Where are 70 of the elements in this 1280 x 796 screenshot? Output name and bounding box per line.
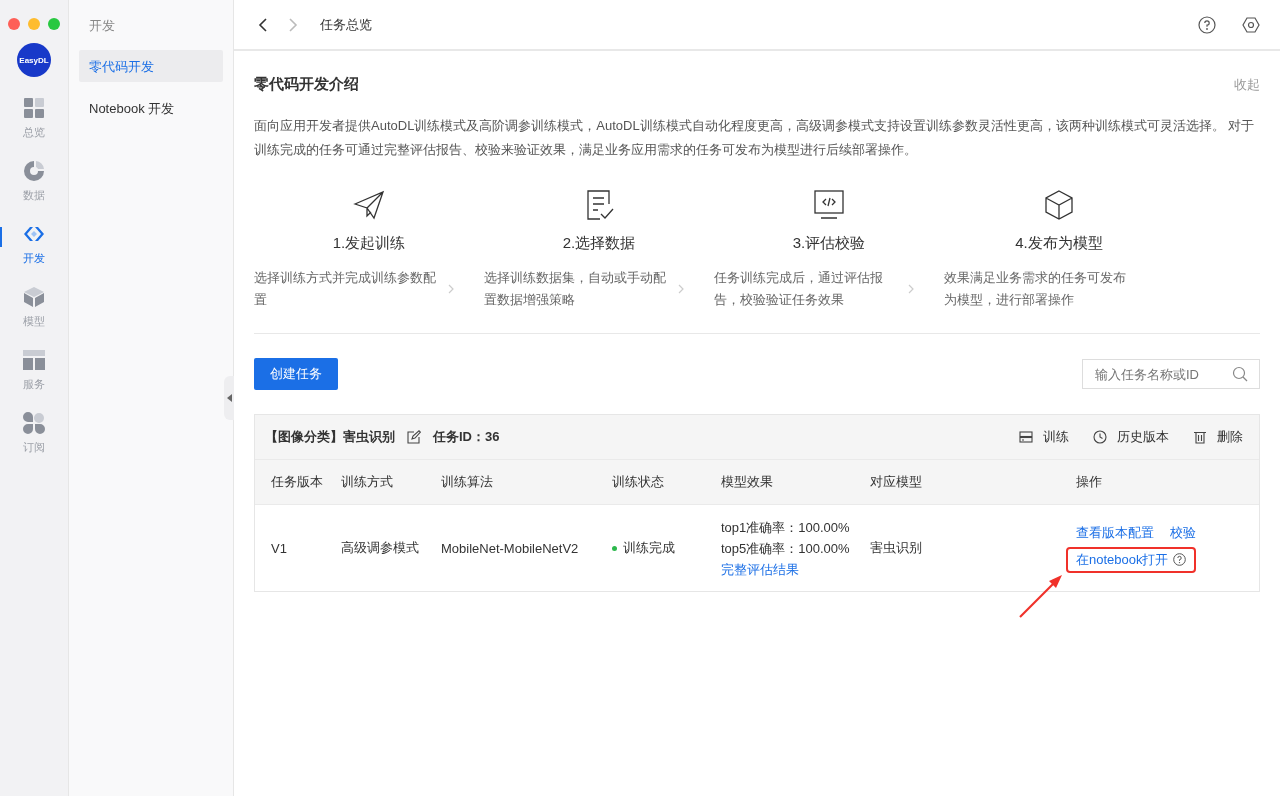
task-action-button[interactable]: 历史版本: [1093, 428, 1169, 446]
code-monitor-icon: [812, 188, 846, 222]
nav-item[interactable]: 开发: [0, 223, 68, 266]
metric-text: top1准确率：100.00%: [721, 518, 851, 537]
search-field[interactable]: 输入任务名称或ID: [1082, 359, 1260, 389]
task-name: 【图像分类】害虫识别: [265, 428, 395, 446]
metric-text: top5准确率：100.00%: [721, 539, 851, 558]
column-header: 训练算法: [441, 473, 494, 491]
search-icon: [1232, 366, 1248, 382]
column-header: 操作: [1076, 473, 1103, 491]
sidebar-item[interactable]: Notebook 开发: [79, 92, 223, 124]
intro-description: 面向应用开发者提供AutoDL训练模式及高阶调参训练模式，AutoDL训练模式自动化程度更高，高级调参模式支持设置训练参数灵活性更高，该两种训练模式可灵活选择。 对于训练完成的任务可通过完整评估报告、校验来验证效果，满足业务应用需求的任务可发布为模型进行后续部署操作。: [254, 117, 1256, 159]
close-button[interactable]: [8, 18, 20, 30]
collapse-handle[interactable]: [224, 376, 234, 420]
chevron-icon: [908, 284, 914, 294]
donut-icon: [23, 160, 45, 182]
nav-item[interactable]: 服务: [0, 349, 68, 392]
task-action-button[interactable]: 训练: [1019, 428, 1069, 446]
step-title: 4.发布为模型: [1015, 234, 1103, 253]
chevron-icon: [448, 284, 454, 294]
nav-item[interactable]: 总览: [0, 97, 68, 140]
arrow-annotation: [1018, 572, 1064, 619]
column-header: 任务版本: [271, 473, 324, 491]
table-cell-text: 害虫识别: [870, 539, 923, 557]
evaluation-link[interactable]: 完整评估结果: [721, 558, 870, 580]
collapse-link[interactable]: 收起: [1234, 75, 1260, 94]
table-cell-text: 高级调参模式: [341, 539, 420, 557]
dots-icon: [23, 412, 45, 434]
step-title: 3.评估校验: [792, 234, 866, 253]
column-header: 模型效果: [721, 473, 774, 491]
step-description: 选择训练方式并完成训练参数配置: [254, 269, 437, 309]
action-link[interactable]: 查看版本配置: [1076, 523, 1154, 542]
sidebar-heading: 开发: [88, 17, 116, 35]
sidebar-item[interactable]: 零代码开发: [79, 50, 223, 82]
cube-icon: [1042, 188, 1076, 222]
page-title: 任务总览: [320, 15, 372, 34]
notebook-link[interactable]: 在notebook打开: [1076, 550, 1169, 569]
caret-icon: [226, 394, 232, 402]
action-link[interactable]: 校验: [1170, 523, 1196, 542]
layout-icon: [23, 349, 45, 371]
back-icon[interactable]: [258, 17, 268, 32]
section-title: 零代码开发介绍: [254, 75, 359, 94]
step-title: 1.发起训练: [332, 234, 406, 253]
server-icon: [1019, 430, 1033, 444]
task-id: 任务ID：36: [433, 428, 500, 446]
column-header: 对应模型: [870, 473, 923, 491]
cube-icon: [23, 286, 45, 308]
column-header: 训练状态: [612, 473, 665, 491]
table-cell-text: MobileNet-MobileNetV2: [441, 540, 580, 556]
step-description: 效果满足业务需求的任务可发布为模型，进行部署操作: [944, 269, 1127, 309]
nav-item[interactable]: 订阅: [0, 412, 68, 455]
step-title: 2.选择数据: [562, 234, 636, 253]
step-description: 选择训练数据集，自动或手动配置数据增强策略: [484, 269, 667, 309]
edit-icon[interactable]: [407, 430, 421, 444]
grid-icon: [23, 97, 45, 119]
status-text: 训练完成: [623, 539, 675, 557]
app-logo: EasyDL: [17, 43, 51, 77]
help-icon[interactable]: [1172, 553, 1186, 566]
settings-icon[interactable]: [1242, 15, 1260, 34]
nav-item[interactable]: 数据: [0, 160, 68, 203]
create-task-button[interactable]: 创建任务: [254, 358, 338, 390]
column-header: 训练方式: [341, 473, 394, 491]
trash-icon: [1193, 430, 1207, 444]
chevron-icon: [678, 284, 684, 294]
step-description: 任务训练完成后，通过评估报告，校验验证任务效果: [714, 269, 884, 309]
table-cell-text: V1: [271, 540, 288, 556]
nav-item[interactable]: 模型: [0, 286, 68, 329]
help-icon[interactable]: [1198, 15, 1216, 34]
task-action-button[interactable]: 删除: [1193, 428, 1243, 446]
clock-icon: [1093, 430, 1107, 444]
